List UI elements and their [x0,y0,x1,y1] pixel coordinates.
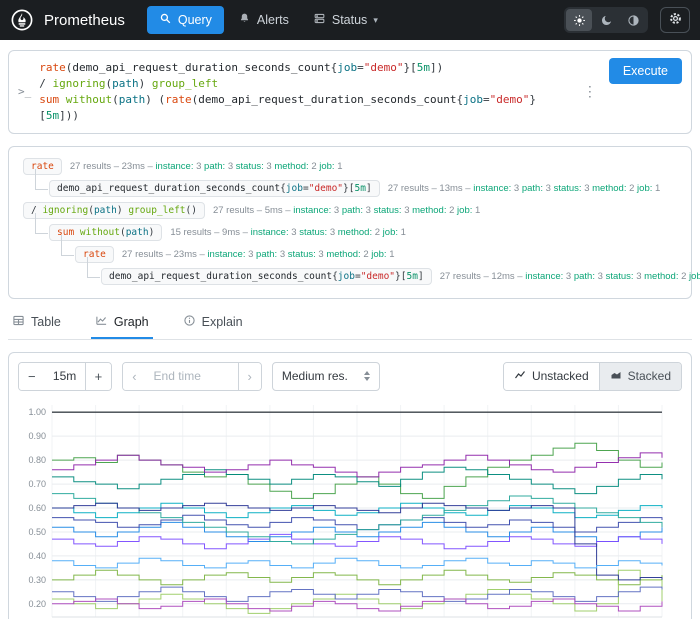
tree-node[interactable]: sum without(path)15 results – 9ms – inst… [49,224,406,241]
table-icon [12,314,25,330]
end-time-picker: ‹ › [122,362,262,391]
nav-status-button[interactable]: Status ▾ [303,6,388,34]
unstacked-label: Unstacked [532,369,589,383]
end-time-next-button[interactable]: › [238,363,261,390]
graph-panel: − + ‹ › Medium res. Unstacked [8,352,692,619]
navbar: Prometheus Query Alerts Status ▾ [0,0,700,40]
unstacked-button[interactable]: Unstacked [504,363,599,390]
nav-query-label: Query [178,13,212,27]
tree-node-stats: 27 results – 23ms – instance: 3 path: 3 … [122,249,395,260]
select-chevrons-icon [364,371,370,381]
tree-node-expression[interactable]: / ignoring(path) group_left() [23,202,205,219]
prometheus-logo-icon [10,8,34,32]
execute-button[interactable]: Execute [609,58,682,84]
tree-node[interactable]: demo_api_request_duration_seconds_count{… [101,268,700,285]
tree-node-stats: 15 results – 9ms – instance: 3 status: 3… [170,227,406,238]
tree-node[interactable]: demo_api_request_duration_seconds_count{… [49,180,660,197]
tab-graph-label: Graph [114,315,149,329]
search-icon [159,12,172,28]
svg-text:0.70: 0.70 [28,479,46,489]
svg-text:1.00: 1.00 [28,407,46,417]
theme-toggle-group [564,7,648,33]
svg-text:0.30: 0.30 [28,575,46,585]
server-icon [313,12,326,28]
nav-alerts-label: Alerts [257,13,289,27]
end-time-input[interactable] [146,363,238,390]
tree-node-stats: 27 results – 12ms – instance: 3 path: 3 … [440,271,700,282]
bell-icon [238,12,251,28]
nav-status-label: Status [332,13,367,27]
query-tree-panel: rate27 results – 23ms – instance: 3 path… [8,146,692,299]
settings-button[interactable] [660,7,690,33]
tree-node[interactable]: rate27 results – 23ms – instance: 3 path… [23,158,343,175]
theme-auto-button[interactable] [620,9,646,31]
tree-node-stats: 27 results – 13ms – instance: 3 path: 3 … [388,183,661,194]
tab-explain-label: Explain [202,315,243,329]
tree-node[interactable]: / ignoring(path) group_left() 27 results … [23,202,480,219]
graph-icon [95,314,108,330]
prompt-icon: >_ [18,85,31,98]
nav-alerts-button[interactable]: Alerts [228,6,299,34]
resolution-select[interactable]: Medium res. [272,362,380,391]
main-content: >_ rate(demo_api_request_duration_second… [0,40,700,619]
chevron-down-icon: ▾ [373,15,378,26]
tab-explain[interactable]: Explain [179,307,247,339]
info-icon [183,314,196,330]
svg-text:0.40: 0.40 [28,551,46,561]
kebab-menu-icon[interactable]: ⋮ [579,83,601,100]
theme-dark-button[interactable] [593,9,619,31]
brand[interactable]: Prometheus [44,12,125,29]
tree-node-stats: 27 results – 5ms – instance: 3 path: 3 s… [213,205,480,216]
svg-text:0.50: 0.50 [28,527,46,537]
tree-node-expression[interactable]: demo_api_request_duration_seconds_count{… [101,268,432,285]
svg-text:0.90: 0.90 [28,431,46,441]
graph-controls: − + ‹ › Medium res. Unstacked [18,362,682,391]
svg-text:0.60: 0.60 [28,503,46,513]
tab-table[interactable]: Table [8,307,65,339]
result-tabs: Table Graph Explain [8,307,692,340]
svg-text:0.80: 0.80 [28,455,46,465]
stacked-chart-icon [610,369,622,384]
resolution-value: Medium res. [282,369,348,383]
theme-light-button[interactable] [566,9,592,31]
range-input[interactable] [45,363,85,390]
tab-graph[interactable]: Graph [91,307,153,339]
tree-node[interactable]: rate27 results – 23ms – instance: 3 path… [75,246,395,263]
end-time-prev-button[interactable]: ‹ [123,363,145,390]
range-stepper: − + [18,362,112,391]
query-editor-panel: >_ rate(demo_api_request_duration_second… [8,50,692,134]
stack-toggle-group: Unstacked Stacked [503,362,682,391]
tree-node-stats: 27 results – 23ms – instance: 3 path: 3 … [70,161,343,172]
line-chart-icon [514,369,526,384]
stacked-label: Stacked [628,369,671,383]
range-increase-button[interactable]: + [85,363,112,390]
time-series-graph[interactable]: 0.200.300.400.500.600.700.800.901.0011:0… [18,399,682,619]
tree-node-expression[interactable]: demo_api_request_duration_seconds_count{… [49,180,380,197]
gear-icon [668,11,683,29]
stacked-button[interactable]: Stacked [599,363,681,390]
range-decrease-button[interactable]: − [19,363,45,390]
nav-query-button[interactable]: Query [147,6,224,34]
query-editor[interactable]: rate(demo_api_request_duration_seconds_c… [39,58,571,126]
tab-table-label: Table [31,315,61,329]
svg-text:0.20: 0.20 [28,599,46,609]
